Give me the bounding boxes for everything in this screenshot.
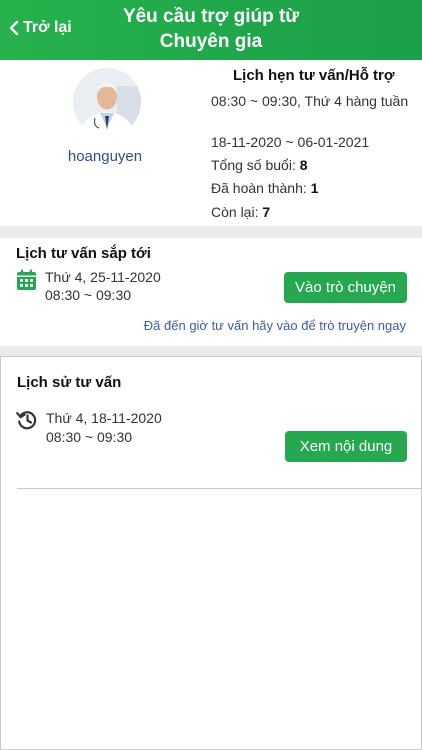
doctor-avatar-image (73, 68, 141, 136)
schedule-title: Lịch hẹn tư vấn/Hỗ trợ (233, 67, 395, 84)
completed-sessions-value: 1 (310, 180, 319, 196)
completed-sessions: Đã hoàn thành: 1 (211, 179, 318, 197)
history-time: 08:30 ~ 09:30 (46, 429, 133, 445)
total-sessions: Tổng số buổi: 8 (211, 156, 308, 174)
completed-sessions-label: Đã hoàn thành: (211, 180, 311, 196)
back-button[interactable]: Trở lại (8, 17, 72, 39)
calendar-icon (17, 269, 36, 290)
page-title-line1: Yêu cầu trợ giúp từ (122, 6, 300, 27)
app-header: Trở lại Yêu cầu trợ giúp từ Chuyên gia (0, 0, 422, 60)
divider (17, 488, 421, 489)
view-content-button[interactable]: Xem nội dung (285, 431, 407, 462)
history-card: Lịch sử tư vấn Thứ 4, 18-11-2020 08:30 ~… (0, 356, 422, 750)
avatar[interactable] (73, 68, 141, 136)
chevron-left-icon (9, 20, 19, 36)
schedule-time: 08:30 ~ 09:30, Thứ 4 hàng tuần (211, 93, 409, 109)
total-sessions-label: Tổng số buổi: (211, 157, 300, 173)
remaining-sessions-label: Còn lại: (211, 204, 263, 220)
upcoming-date: Thứ 4, 25-11-2020 (45, 269, 161, 285)
history-date: Thứ 4, 18-11-2020 (46, 410, 162, 426)
remaining-sessions-value: 7 (262, 204, 271, 220)
page-title: Yêu cầu trợ giúp từ Chuyên gia (90, 4, 332, 54)
history-clock-icon (16, 411, 37, 430)
schedule-date-range: 18-11-2020 ~ 06-01-2021 (211, 134, 370, 150)
upcoming-time: 08:30 ~ 09:30 (45, 287, 132, 303)
upcoming-title: Lịch tư vấn sắp tới (16, 245, 151, 262)
username[interactable]: hoanguyen (40, 148, 170, 165)
expert-profile-card: hoanguyen Lịch hẹn tư vấn/Hỗ trợ 08:30 ~… (0, 60, 422, 226)
upcoming-session-card: Lịch tư vấn sắp tới Thứ 4, 25-11-2020 08… (0, 238, 422, 346)
history-title: Lịch sử tư vấn (17, 374, 122, 391)
total-sessions-value: 8 (299, 157, 308, 173)
join-chat-button[interactable]: Vào trò chuyện (284, 272, 407, 303)
page-title-line2: Chuyên gia (159, 31, 263, 52)
back-label: Trở lại (23, 19, 72, 36)
upcoming-hint: Đã đến giờ tư vấn hãy vào để trò truyện … (143, 318, 406, 333)
remaining-sessions: Còn lại: 7 (211, 203, 270, 221)
